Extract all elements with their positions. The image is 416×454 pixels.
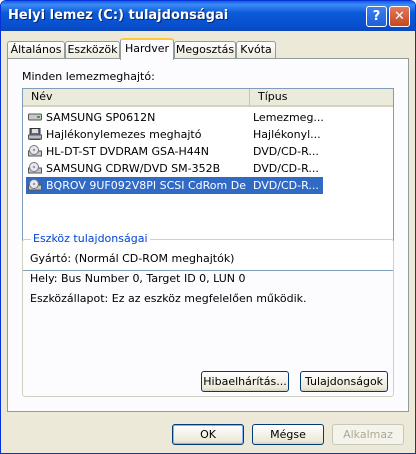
column-header-type[interactable]: Típus bbox=[249, 89, 323, 107]
tab-general[interactable]: Általános bbox=[7, 41, 65, 59]
list-item[interactable]: SAMSUNG CDRW/DVD SM-352B DVD/CD-R... bbox=[26, 160, 323, 177]
location-text: Hely: Bus Number 0, Target ID 0, LUN 0 bbox=[30, 272, 246, 285]
floppy-drive-icon bbox=[28, 128, 42, 140]
apply-button[interactable]: Alkalmaz bbox=[332, 424, 404, 445]
cd-drive-icon bbox=[28, 179, 42, 191]
troubleshoot-button[interactable]: Hibaelhárítás... bbox=[201, 371, 289, 392]
drive-type: DVD/CD-R... bbox=[253, 145, 319, 158]
list-item-selected[interactable]: BQROV 9UF092V8PI SCSI CdRom Dev... DVD/C… bbox=[26, 177, 323, 194]
cd-drive-icon bbox=[28, 145, 42, 157]
drive-type: Lemezmeg... bbox=[253, 111, 323, 124]
drive-type: DVD/CD-R... bbox=[253, 179, 319, 192]
help-button[interactable]: ? bbox=[366, 6, 387, 27]
drive-name: HL-DT-ST DVDRAM GSA-H44N bbox=[46, 145, 209, 158]
manufacturer-text: Gyártó: (Normál CD-ROM meghajtók) bbox=[30, 252, 235, 265]
tab-hardware[interactable]: Hardver bbox=[120, 38, 174, 60]
column-header-name[interactable]: Név bbox=[23, 89, 249, 107]
cd-drive-icon bbox=[28, 162, 42, 174]
list-item[interactable]: HL-DT-ST DVDRAM GSA-H44N DVD/CD-R... bbox=[26, 143, 323, 160]
list-item[interactable]: SAMSUNG SP0612N Lemezmeg... bbox=[26, 109, 323, 126]
properties-dialog: Helyi lemez (C:) tulajdonságai ? ✕ Által… bbox=[0, 0, 416, 454]
window-title: Helyi lemez (C:) tulajdonságai bbox=[8, 8, 229, 23]
title-bar[interactable]: Helyi lemez (C:) tulajdonságai ? ✕ bbox=[1, 1, 415, 31]
tab-tools[interactable]: Eszközök bbox=[65, 41, 120, 59]
close-icon: ✕ bbox=[394, 9, 405, 24]
tab-quota[interactable]: Kvóta bbox=[236, 41, 276, 59]
drives-label: Minden lemezmeghajtó: bbox=[22, 70, 155, 83]
question-mark-icon: ? bbox=[372, 9, 381, 24]
drive-name: BQROV 9UF092V8PI SCSI CdRom Dev... bbox=[46, 179, 246, 192]
list-item[interactable]: Hajlékonylemezes meghajtó Hajlékonyl... bbox=[26, 126, 323, 143]
drive-name: Hajlékonylemezes meghajtó bbox=[46, 128, 202, 141]
drive-name: SAMSUNG SP0612N bbox=[46, 111, 156, 124]
drive-name: SAMSUNG CDRW/DVD SM-352B bbox=[46, 162, 221, 175]
tab-sharing[interactable]: Megosztás bbox=[174, 41, 236, 59]
group-title: Eszköz tulajdonságai bbox=[31, 232, 150, 245]
cancel-button[interactable]: Mégse bbox=[252, 424, 324, 445]
hard-disk-icon bbox=[28, 113, 42, 121]
properties-button[interactable]: Tulajdonságok bbox=[300, 371, 388, 392]
hardware-panel: Minden lemezmeghajtó: Név Típus SAMSUNG … bbox=[7, 58, 409, 412]
ok-button[interactable]: OK bbox=[172, 424, 244, 445]
device-status-text: Eszközállapot: Ez az eszköz megfelelően … bbox=[30, 292, 307, 305]
column-header-empty bbox=[323, 89, 393, 107]
drive-type: Hajlékonyl... bbox=[253, 128, 321, 141]
drive-type: DVD/CD-R... bbox=[253, 162, 319, 175]
device-properties-group: Eszköz tulajdonságai Gyártó: (Normál CD-… bbox=[22, 232, 394, 397]
close-button[interactable]: ✕ bbox=[389, 6, 410, 27]
